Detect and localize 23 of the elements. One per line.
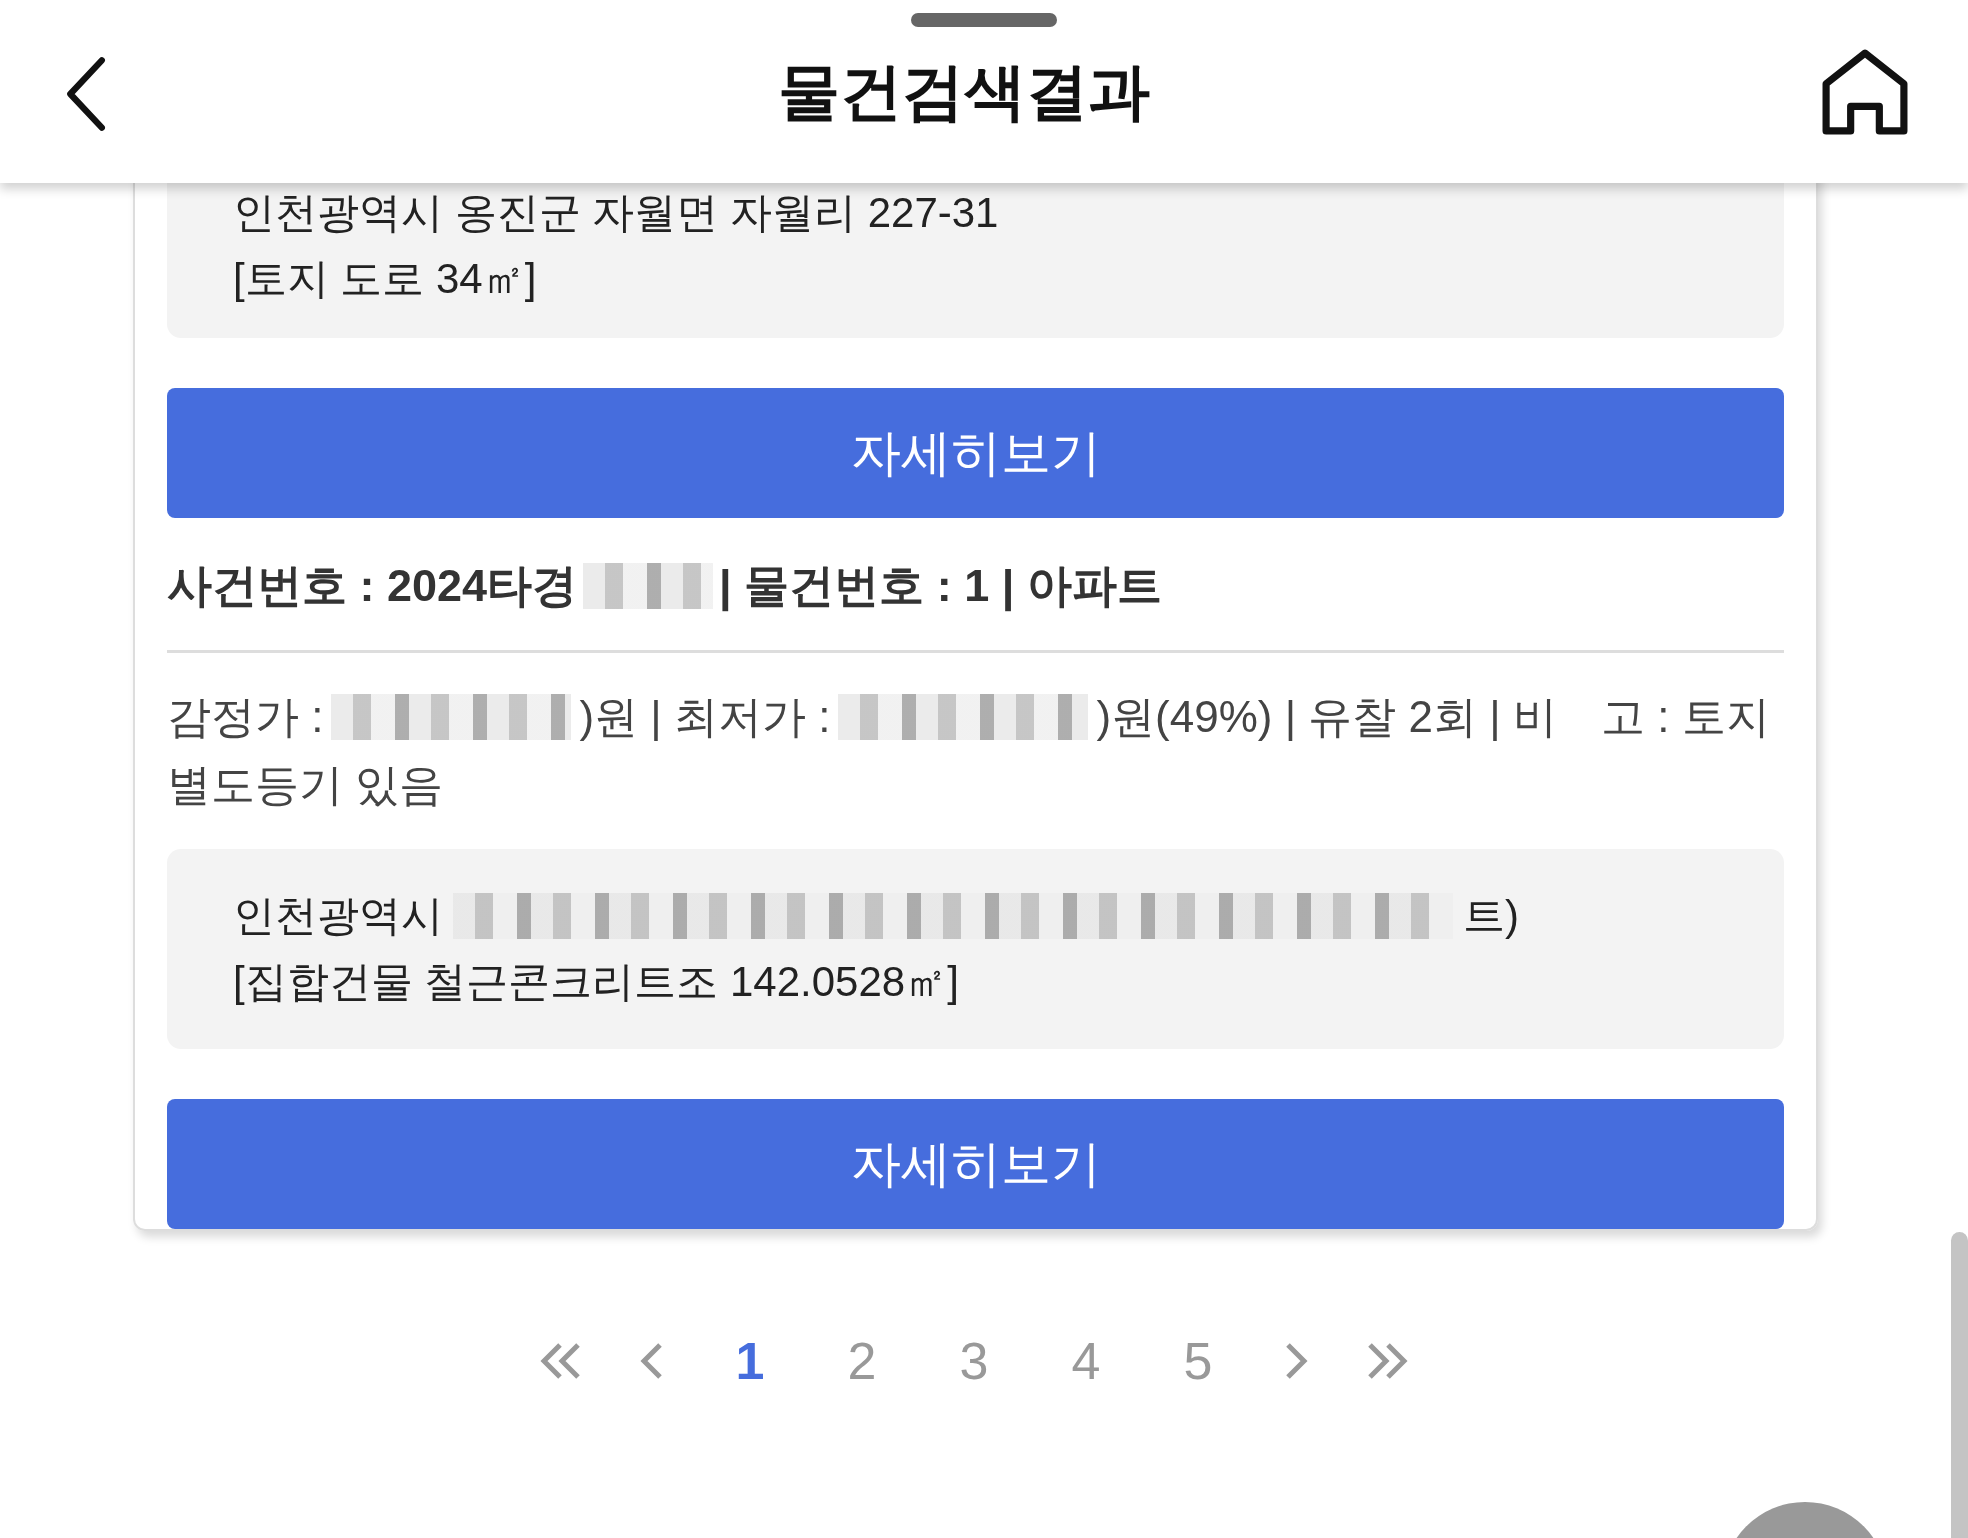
page-number[interactable]: 4 (1056, 1331, 1116, 1391)
back-icon[interactable] (64, 55, 106, 132)
page-number[interactable]: 2 (832, 1331, 892, 1391)
price-info: )원 | 최저가 : (579, 691, 831, 743)
page-number[interactable]: 3 (944, 1331, 1004, 1391)
price-info: 감정가 : (167, 691, 324, 743)
drag-handle[interactable] (911, 13, 1057, 27)
case-heading: 사건번호 : 2024타경 (167, 559, 578, 613)
case-heading: | 물건번호 : 1 | 아파트 (719, 559, 1162, 614)
page-title: 물건검색결과 (778, 55, 1150, 128)
price-info: 별도등기 있음 (167, 759, 444, 811)
address-text: 트) (1463, 891, 1519, 941)
home-icon[interactable] (1822, 48, 1908, 135)
address-text: 인천광역시 옹진군 자월면 자월리 227-31 (233, 188, 999, 238)
address-text: [토지 도로 34㎡] (233, 254, 537, 304)
page-number[interactable]: 5 (1168, 1331, 1228, 1391)
details-button[interactable]: 자세히보기 (167, 1099, 1784, 1229)
details-button[interactable]: 자세히보기 (167, 388, 1784, 518)
page-number[interactable]: 1 (720, 1331, 780, 1391)
address-text: 인천광역시 (233, 891, 443, 941)
address-text: [집합건물 철근콘크리트조 142.0528㎡] (233, 957, 959, 1007)
scrollbar[interactable] (1951, 1232, 1968, 1538)
price-info: )원(49%) | 유찰 2회 | 비 고 : 토지 (1096, 691, 1770, 743)
